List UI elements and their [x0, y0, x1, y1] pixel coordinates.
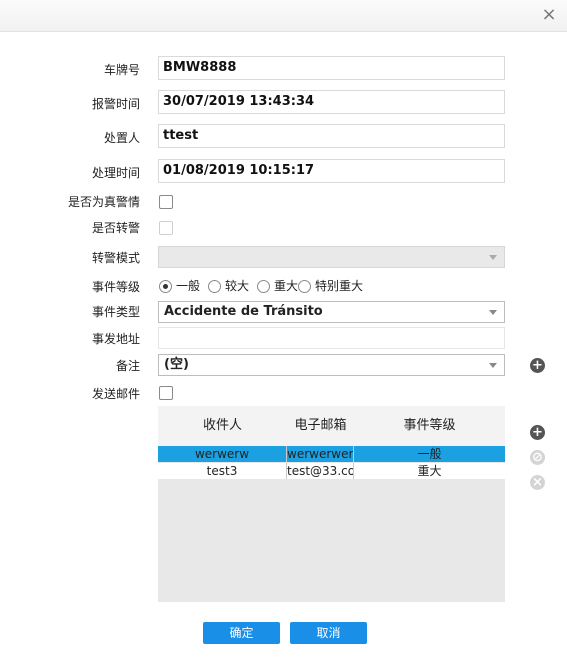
grid-header: 收件人 电子邮箱 事件等级	[158, 406, 505, 446]
is-real-label: 是否为真警情	[67, 195, 140, 209]
cell-recipient: werwerw	[158, 446, 287, 462]
delete-recipient-icon[interactable]: ×	[530, 475, 545, 490]
column-header-recipient[interactable]: 收件人	[158, 406, 287, 446]
event-level-option-label: 较大	[225, 279, 250, 293]
send-mail-label: 发送邮件	[91, 387, 140, 401]
remark-select[interactable]: (空)	[158, 354, 505, 376]
is-transfer-checkbox[interactable]	[159, 221, 173, 235]
column-header-email[interactable]: 电子邮箱	[287, 406, 354, 446]
transfer-mode-select[interactable]	[158, 246, 505, 268]
recipient-grid: 收件人 电子邮箱 事件等级 werwerw werwerwer( 一般 test…	[158, 406, 505, 602]
cell-email: werwerwer(	[287, 446, 354, 462]
remark-label: 备注	[115, 359, 140, 373]
plate-input[interactable]: BMW8888	[158, 56, 505, 80]
event-level-radio-group: 一般 较大 重大 特别重大	[159, 278, 371, 294]
handle-time-input[interactable]: 01/08/2019 10:15:17	[158, 159, 505, 183]
close-icon[interactable]: ×	[539, 5, 559, 25]
event-level-option-label: 特别重大	[315, 279, 364, 293]
cell-level: 一般	[417, 447, 442, 461]
event-type-select[interactable]: Accidente de Tránsito	[158, 301, 505, 323]
chevron-down-icon	[489, 255, 497, 260]
remark-value: (空)	[164, 357, 189, 372]
handler-label: 处置人	[103, 131, 140, 145]
cell-email: test@33.cor	[287, 463, 354, 479]
chevron-down-icon	[489, 310, 497, 315]
transfer-mode-label: 转警模式	[91, 251, 140, 265]
event-level-option-label: 重大	[274, 279, 299, 293]
cell-recipient: test3	[158, 463, 287, 479]
event-level-radio-major[interactable]	[257, 279, 271, 293]
event-type-value: Accidente de Tránsito	[164, 304, 323, 319]
event-level-radio-larger[interactable]	[208, 279, 222, 293]
event-level-option-label: 一般	[176, 279, 201, 293]
plate-label: 车牌号	[103, 63, 140, 77]
add-recipient-icon[interactable]: +	[530, 425, 545, 440]
cell-level: 重大	[417, 464, 442, 478]
event-level-radio-normal[interactable]	[159, 279, 172, 293]
handle-time-label: 处理时间	[91, 166, 140, 180]
alarm-time-label: 报警时间	[91, 97, 140, 111]
send-mail-checkbox[interactable]	[159, 386, 173, 400]
alarm-time-input[interactable]: 30/07/2019 13:43:34	[158, 90, 505, 114]
cancel-button[interactable]: 取消	[290, 622, 367, 644]
handler-input[interactable]: ttest	[158, 124, 505, 148]
dialog-titlebar: ×	[0, 0, 567, 32]
confirm-button[interactable]: 确定	[203, 622, 280, 644]
event-level-radio-critical[interactable]	[298, 279, 312, 293]
location-label: 事发地址	[91, 332, 140, 346]
event-level-label: 事件等级	[91, 280, 140, 294]
table-row[interactable]: test3 test@33.cor 重大	[158, 463, 505, 479]
location-input[interactable]	[158, 327, 505, 349]
event-type-label: 事件类型	[91, 305, 140, 319]
is-transfer-label: 是否转警	[91, 221, 140, 235]
chevron-down-icon	[489, 363, 497, 368]
table-row[interactable]: werwerw werwerwer( 一般	[158, 446, 505, 462]
is-real-checkbox[interactable]	[159, 195, 173, 209]
edit-recipient-icon[interactable]: ⊘	[530, 450, 545, 465]
add-remark-icon[interactable]: +	[530, 358, 545, 373]
column-header-level[interactable]: 事件等级	[354, 406, 505, 446]
